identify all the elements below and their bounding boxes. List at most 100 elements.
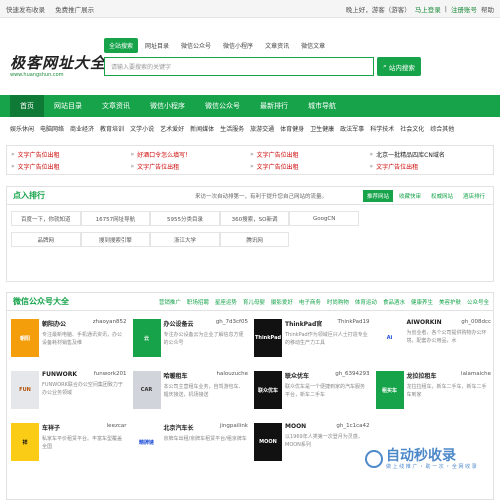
account-name[interactable]: 龙拉拉租车 (407, 371, 437, 380)
account-avatar: CAR (132, 371, 161, 409)
wechat-category-link[interactable]: 体育运动 (355, 298, 377, 306)
ranking-site-link[interactable]: 浙江大学 (150, 232, 220, 247)
tab-hotels[interactable]: 酒店排行 (459, 190, 489, 202)
wechat-account-card[interactable]: 租买车 龙拉拉租车 lalamaiche 龙拉拉租车，新车二手车，新车二手车到家 (375, 371, 491, 409)
subnav-item[interactable]: 政法军事 (340, 124, 364, 133)
ranking-site-link[interactable]: GoogCN (289, 211, 359, 226)
wechat-account-card[interactable]: 朝阳 朝阳办公 zhaoyan852 专注最新电脑、手机通讯资讯，办公设备耗材销售及维 (11, 319, 127, 357)
account-name[interactable]: AIWORKIN (407, 319, 442, 326)
register-link[interactable]: 注册账号 (451, 4, 477, 14)
subnav-item[interactable]: 新闻媒体 (190, 124, 214, 133)
quick-publish-link[interactable]: 快速发布收录 (6, 6, 45, 14)
ad-link[interactable]: » 好酒口令怎么填写！ (131, 148, 251, 160)
account-name[interactable]: FUNWORK (42, 371, 77, 378)
account-name[interactable]: 北京汽车长 (164, 423, 194, 432)
account-name[interactable]: ThinkPad官 (285, 319, 322, 328)
search-tab-wechat[interactable]: 微信公众号 (176, 38, 216, 53)
ad-link[interactable]: » 文字广告位出租 (11, 148, 131, 160)
search-button[interactable]: ⌕ 站内搜索 (377, 57, 421, 76)
wechat-account-card[interactable]: 精牌链 北京汽车长 jingpailink 京牌车出租/京牌车租赁平台/租京牌车 (132, 423, 249, 461)
subnav-item[interactable]: 电脑网络 (40, 124, 64, 133)
wechat-category-link[interactable]: 公众号全 (467, 298, 489, 306)
ad-link[interactable]: » 文字广告位出租 (250, 160, 370, 172)
wechat-account-card[interactable]: 联众优车 联众优车 gh_6394293 联众优车是一个便捷到家的汽车服务平台，新车二… (254, 371, 370, 409)
wechat-account-card[interactable]: CAR 哈暖租车 halouzuche 本公司主营租车业务，自驾游包车、婚庆接送，机场… (132, 371, 249, 409)
subnav-item[interactable]: 教育培训 (100, 124, 124, 133)
bullet-icon: » (11, 162, 15, 170)
ad-link[interactable]: » 文字广告位出租 (11, 160, 131, 172)
wechat-account-card[interactable]: FUN FUNWORK funwork201 FUNWORK联合办公空间集团致力于办公… (11, 371, 127, 409)
account-name[interactable]: 哈暖租车 (164, 371, 188, 380)
ranking-site-link[interactable]: 腾讯网 (219, 232, 290, 247)
nav-city[interactable]: 城市导航 (298, 95, 346, 117)
account-header: 朝阳办公 zhaoyan852 (42, 319, 127, 328)
account-avatar: 联众优车 (254, 371, 282, 409)
subnav-item[interactable]: 娱乐休闲 (10, 124, 34, 133)
subnav-item[interactable]: 科学技术 (370, 124, 394, 133)
subnav-item[interactable]: 体育健身 (280, 124, 304, 133)
ranking-site-link[interactable]: 百度一下，你就知道 (11, 211, 81, 226)
ad-link[interactable]: » 北京一批精品四库CN域名 (370, 148, 490, 160)
search-tab-articles[interactable]: 文章资讯 (260, 38, 294, 53)
wechat-category-link[interactable]: 星座运势 (215, 298, 237, 306)
ad-text: 好酒口令怎么填写！ (137, 151, 192, 159)
wechat-category-link[interactable]: 电子商务 (299, 298, 321, 306)
account-name[interactable]: MOON (285, 423, 306, 430)
account-name[interactable]: 联众优车 (285, 371, 309, 380)
ranking-site-link[interactable]: 5955分类目录 (150, 211, 220, 226)
wechat-category-link[interactable]: 时尚购物 (327, 298, 349, 306)
ranking-site-link[interactable]: 360搜索，SO新调 (219, 211, 290, 226)
account-name[interactable]: 车祥子 (42, 423, 60, 432)
login-link[interactable]: 马上登录 (415, 4, 441, 14)
tab-recommended[interactable]: 推荐网站 (362, 190, 393, 202)
nav-ranking[interactable]: 最新排行 (250, 95, 298, 117)
wechat-account-card[interactable]: 云办公设备云 gh_7d3cf05 专注办公设备云为企业了解信息方便的公众号 (132, 319, 248, 357)
search-tab-wxarticles[interactable]: 微信文章 (296, 38, 330, 53)
subnav-item[interactable]: 生活服务 (220, 124, 244, 133)
subnav-item[interactable]: 社会文化 (400, 124, 424, 133)
wechat-category-link[interactable]: 健康养生 (411, 298, 433, 306)
tab-authority[interactable]: 权威网站 (427, 190, 457, 202)
ad-link[interactable]: » 文字广告位出租 (370, 160, 490, 172)
free-promo-link[interactable]: 免费推广展示 (55, 6, 94, 14)
wechat-account-card[interactable]: ThinkPad ThinkPad官 ThinkPad19 ThinkPad作为领域巨… (254, 319, 370, 357)
ad-link[interactable]: » 文字广告位出租 (250, 148, 370, 160)
nav-miniapps[interactable]: 微信小程序 (140, 95, 195, 117)
ranking-site-link[interactable]: 搜到搜索引擎 (80, 232, 151, 247)
tab-favorites[interactable]: 收藏快审 (395, 190, 425, 202)
subnav-item[interactable]: 文学小说 (130, 124, 154, 133)
wechat-account-card[interactable]: MOON MOON gh_1c1ca42 以1969年人类第一次登月为灵感，MOON系… (254, 423, 370, 461)
wechat-category-link[interactable]: 营销推广 (159, 298, 181, 306)
search-input[interactable]: 请输入要搜索的关键字 (104, 57, 374, 76)
nav-wechat[interactable]: 微信公众号 (195, 95, 250, 117)
wechat-category-link[interactable]: 育儿母婴 (243, 298, 265, 306)
account-name[interactable]: 办公设备云 (164, 319, 194, 328)
help-link[interactable]: 帮助 (481, 4, 494, 14)
search-tab-all[interactable]: 全站搜索 (104, 38, 139, 53)
wechat-category-link[interactable]: 摄影爱好 (271, 298, 293, 306)
ad-link[interactable]: » 文字广告位出租 (131, 160, 251, 172)
wechat-account-card[interactable]: 祥车祥子 leezcar 私家车平价租赁平台。丰富车型覆盖全国 (11, 423, 127, 461)
subnav-item[interactable]: 商业经济 (70, 124, 94, 133)
nav-articles[interactable]: 文章资讯 (92, 95, 140, 117)
subnav-item[interactable]: 卫生健康 (310, 124, 334, 133)
subnav-item[interactable]: 综合其他 (430, 124, 454, 133)
subnav-item[interactable]: 艺术爱好 (160, 124, 184, 133)
account-name[interactable]: 朝阳办公 (42, 319, 66, 328)
site-logo[interactable]: 极客网址大全 www.huangshun.com (10, 56, 106, 84)
wechat-category-link[interactable]: 美容护肤 (439, 298, 461, 306)
account-header: 哈暖租车 halouzuche (164, 371, 249, 380)
ranking-site-link[interactable]: 品牌网 (11, 232, 81, 247)
search-tab-sites[interactable]: 网址目录 (140, 38, 174, 53)
nav-directory[interactable]: 网站目录 (44, 95, 92, 117)
account-info: 联众优车 gh_6394293 联众优车是一个便捷到家的汽车服务平台，新车二手车 (285, 371, 370, 409)
account-header: 北京汽车长 jingpailink (164, 423, 249, 432)
search-tab-miniapp[interactable]: 微信小程序 (218, 38, 258, 53)
nav-home[interactable]: 首页 (10, 95, 44, 117)
main-nav: 首页 网站目录 文章资讯 微信小程序 微信公众号 最新排行 城市导航 (0, 95, 500, 117)
wechat-account-card[interactable]: Ai AIWORKIN gh_008dcc 为创业者，各个公司提供购物办公环境，配套办… (375, 319, 491, 357)
wechat-category-link[interactable]: 食品酒水 (383, 298, 405, 306)
ranking-site-link[interactable]: 16757网址导航 (80, 211, 151, 226)
wechat-category-link[interactable]: 职场招聘 (187, 298, 209, 306)
subnav-item[interactable]: 旅游交通 (250, 124, 274, 133)
